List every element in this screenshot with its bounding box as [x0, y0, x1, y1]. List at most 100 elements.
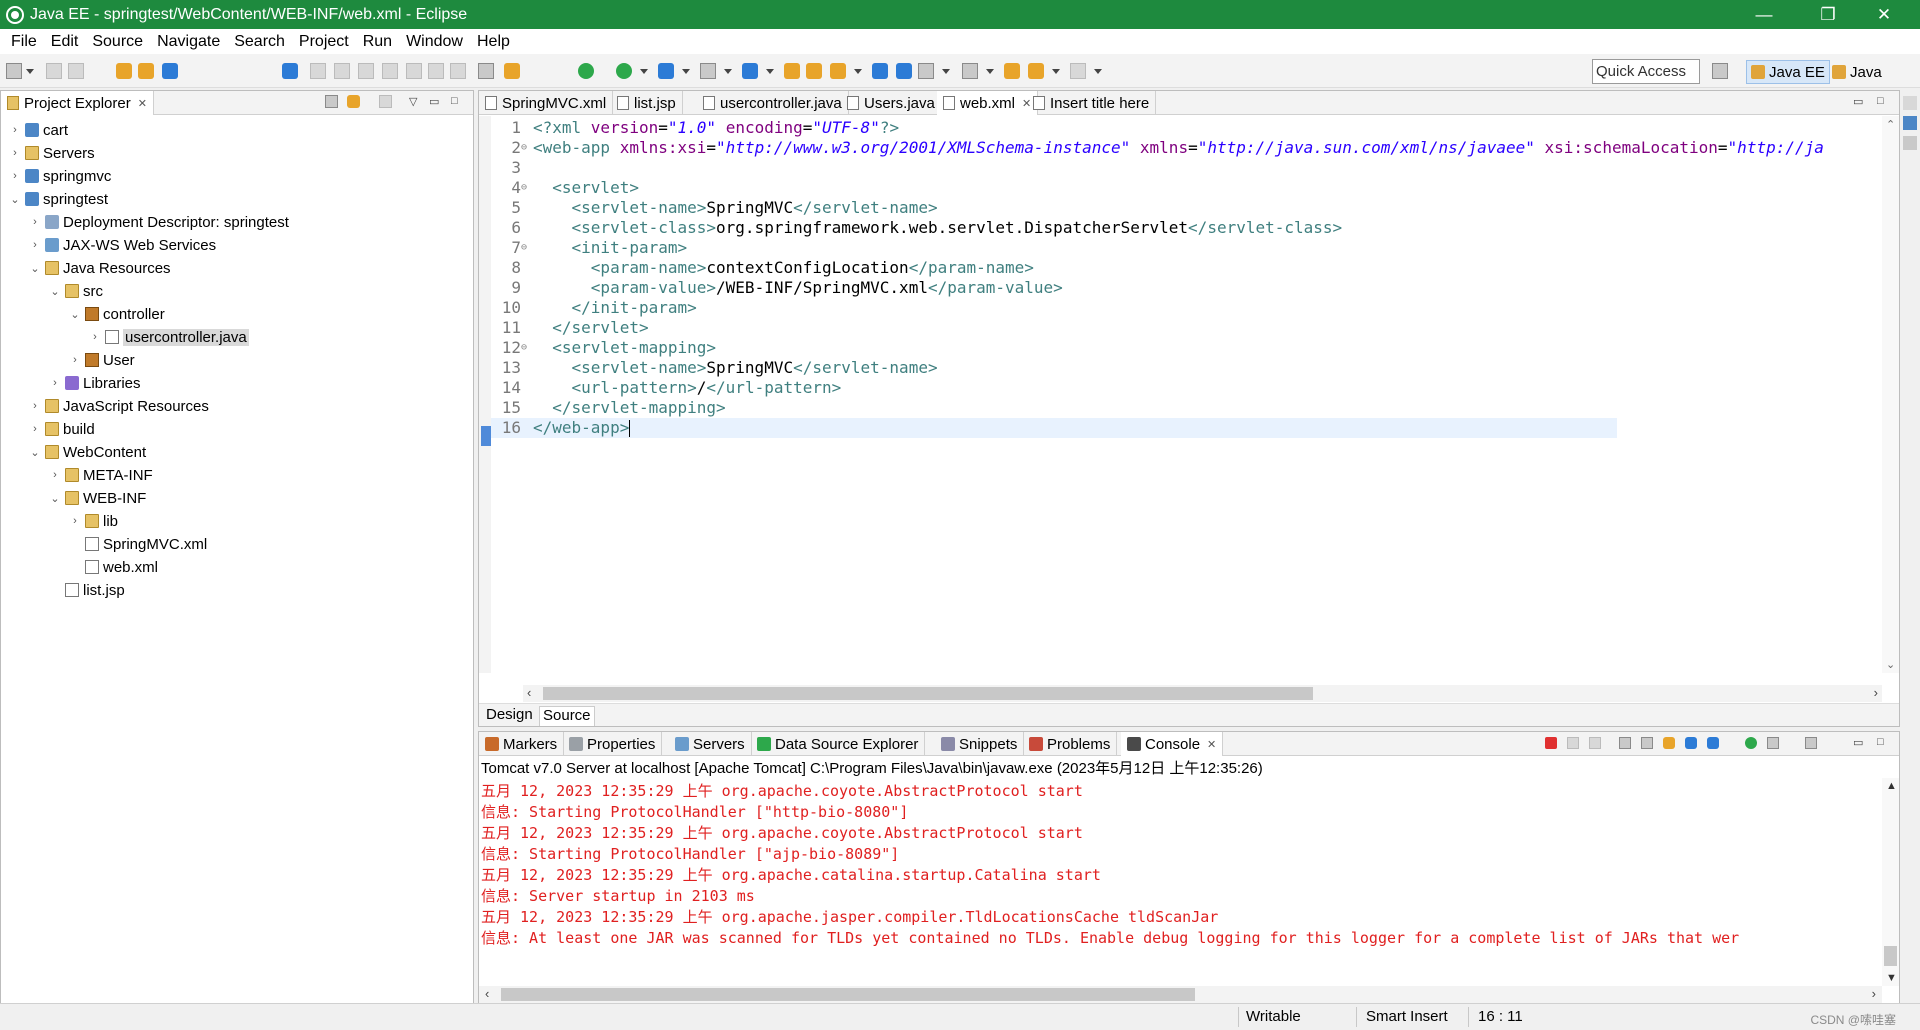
- editor-tab[interactable]: SpringMVC.xml: [479, 91, 614, 115]
- save-all-icon[interactable]: [68, 63, 84, 79]
- minimize-console-icon[interactable]: ▭: [1853, 736, 1863, 749]
- back-dropdown-icon[interactable]: [1052, 63, 1060, 79]
- task-list-view-icon[interactable]: [1903, 136, 1917, 150]
- disconnect-icon[interactable]: [382, 63, 398, 79]
- annotation-prev-dropdown-icon[interactable]: [986, 63, 994, 79]
- annotation-next-icon[interactable]: [918, 63, 934, 79]
- tree-item[interactable]: ⌄ springtest: [9, 188, 108, 210]
- open-type-icon[interactable]: [116, 63, 132, 79]
- console-view-icon[interactable]: [162, 63, 178, 79]
- clear-console-icon[interactable]: [1619, 737, 1631, 749]
- close-window-button[interactable]: ✕: [1856, 0, 1912, 29]
- console-horizontal-scrollbar[interactable]: ‹ ›: [479, 986, 1882, 1003]
- last-edit-location-icon[interactable]: [1004, 63, 1020, 79]
- expanded-arrow-icon[interactable]: ⌄: [69, 308, 81, 321]
- new-web-service-icon[interactable]: [742, 63, 758, 79]
- expanded-arrow-icon[interactable]: ⌄: [49, 492, 61, 505]
- menu-source[interactable]: Source: [85, 33, 150, 51]
- bottom-panel-tab[interactable]: Problems: [1023, 732, 1118, 756]
- tree-item[interactable]: › springmvc: [9, 165, 111, 187]
- close-icon[interactable]: ✕: [138, 97, 147, 110]
- code-editor[interactable]: 1 <?xml version="1.0" encoding="UTF-8"?> 2…: [479, 116, 1899, 673]
- new-dropdown-icon[interactable]: [26, 63, 34, 79]
- collapse-all-icon[interactable]: [325, 95, 338, 108]
- console-vertical-scrollbar[interactable]: ▲ ▼: [1882, 778, 1899, 986]
- annotation-dropdown-icon[interactable]: [942, 63, 950, 79]
- open-perspective-icon[interactable]: [1712, 63, 1728, 79]
- tab-project-explorer[interactable]: Project Explorer ✕: [1, 91, 154, 115]
- external-tools-dropdown-icon[interactable]: [682, 63, 690, 79]
- console-scroll-left-icon[interactable]: ‹: [485, 986, 489, 1001]
- skip-breakpoints-icon[interactable]: [282, 63, 298, 79]
- tree-item[interactable]: SpringMVC.xml: [69, 533, 207, 555]
- display-console-icon[interactable]: [1767, 737, 1779, 749]
- task-icon[interactable]: [896, 63, 912, 79]
- terminate-icon[interactable]: [358, 63, 374, 79]
- tree-item[interactable]: › User: [69, 349, 135, 371]
- new-web-service-dropdown-icon[interactable]: [766, 63, 774, 79]
- expanded-arrow-icon[interactable]: ⌄: [29, 446, 41, 459]
- debug-icon[interactable]: [578, 63, 594, 79]
- collapsed-arrow-icon[interactable]: ›: [29, 423, 41, 435]
- editor-tab[interactable]: Users.java: [841, 91, 942, 115]
- remove-all-terminated-icon[interactable]: [1589, 737, 1601, 749]
- collapsed-arrow-icon[interactable]: ›: [9, 147, 21, 159]
- scroll-right-icon[interactable]: ›: [1874, 685, 1878, 700]
- menu-edit[interactable]: Edit: [44, 33, 86, 51]
- collapsed-arrow-icon[interactable]: ›: [69, 354, 81, 366]
- tree-item[interactable]: list.jsp: [49, 579, 125, 601]
- run-dropdown-icon[interactable]: [640, 63, 648, 79]
- step-over-icon[interactable]: [428, 63, 444, 79]
- restore-button[interactable]: ❐: [1800, 0, 1856, 29]
- tree-item[interactable]: › cart: [9, 119, 68, 141]
- step-into-icon[interactable]: [406, 63, 422, 79]
- expanded-arrow-icon[interactable]: ⌄: [29, 262, 41, 275]
- menu-window[interactable]: Window: [399, 33, 470, 51]
- collapsed-arrow-icon[interactable]: ›: [49, 377, 61, 389]
- collapsed-arrow-icon[interactable]: ›: [29, 400, 41, 412]
- show-on-stderr-icon[interactable]: [1707, 737, 1719, 749]
- scroll-left-icon[interactable]: ‹: [527, 685, 531, 700]
- open-folder-icon[interactable]: [784, 63, 800, 79]
- minimize-editor-icon[interactable]: ▭: [1853, 95, 1863, 108]
- perspective-java[interactable]: Java: [1828, 60, 1886, 84]
- bottom-panel-tab[interactable]: Properties: [563, 732, 663, 756]
- collapsed-arrow-icon[interactable]: ›: [9, 124, 21, 136]
- fold-toggle-icon[interactable]: ⊖: [521, 138, 531, 158]
- maximize-editor-icon[interactable]: □: [1877, 95, 1884, 107]
- view-menu-icon[interactable]: ▽: [409, 95, 417, 108]
- run-on-server-icon[interactable]: [504, 63, 520, 79]
- minimize-button[interactable]: —: [1736, 0, 1792, 29]
- tree-item[interactable]: › Servers: [9, 142, 95, 164]
- collapsed-arrow-icon[interactable]: ›: [9, 170, 21, 182]
- new-server-dropdown-icon[interactable]: [724, 63, 732, 79]
- tab-design[interactable]: Design: [483, 706, 536, 726]
- maximize-console-icon[interactable]: □: [1877, 736, 1884, 748]
- collapsed-arrow-icon[interactable]: ›: [69, 515, 81, 527]
- menu-search[interactable]: Search: [227, 33, 292, 51]
- menu-navigate[interactable]: Navigate: [150, 33, 227, 51]
- console-scroll-up-icon[interactable]: ▲: [1886, 780, 1897, 792]
- collapsed-arrow-icon[interactable]: ›: [29, 216, 41, 228]
- link-with-editor-icon[interactable]: [347, 95, 360, 108]
- tree-item[interactable]: ⌄ WEB-INF: [49, 487, 146, 509]
- tree-item[interactable]: ⌄ controller: [69, 303, 164, 325]
- restore-icon[interactable]: [1903, 96, 1917, 110]
- remove-launch-icon[interactable]: [1567, 737, 1579, 749]
- tree-item[interactable]: › JavaScript Resources: [29, 395, 209, 417]
- bottom-panel-tab[interactable]: Snippets: [935, 732, 1025, 756]
- tree-item[interactable]: › lib: [69, 510, 118, 532]
- expanded-arrow-icon[interactable]: ⌄: [49, 285, 61, 298]
- collapsed-arrow-icon[interactable]: ›: [49, 469, 61, 481]
- tab-source[interactable]: Source: [539, 706, 595, 726]
- menu-file[interactable]: File: [4, 33, 44, 51]
- bottom-panel-tab[interactable]: Servers: [669, 732, 752, 756]
- tree-item[interactable]: › META-INF: [49, 464, 153, 486]
- external-tools-icon[interactable]: [658, 63, 674, 79]
- open-project-icon[interactable]: [806, 63, 822, 79]
- close-tab-icon[interactable]: ✕: [1207, 738, 1216, 751]
- run-icon[interactable]: [616, 63, 632, 79]
- tree-item[interactable]: ⌄ WebContent: [29, 441, 146, 463]
- console-hscroll-thumb[interactable]: [501, 988, 1195, 1001]
- console-scroll-right-icon[interactable]: ›: [1872, 986, 1876, 1001]
